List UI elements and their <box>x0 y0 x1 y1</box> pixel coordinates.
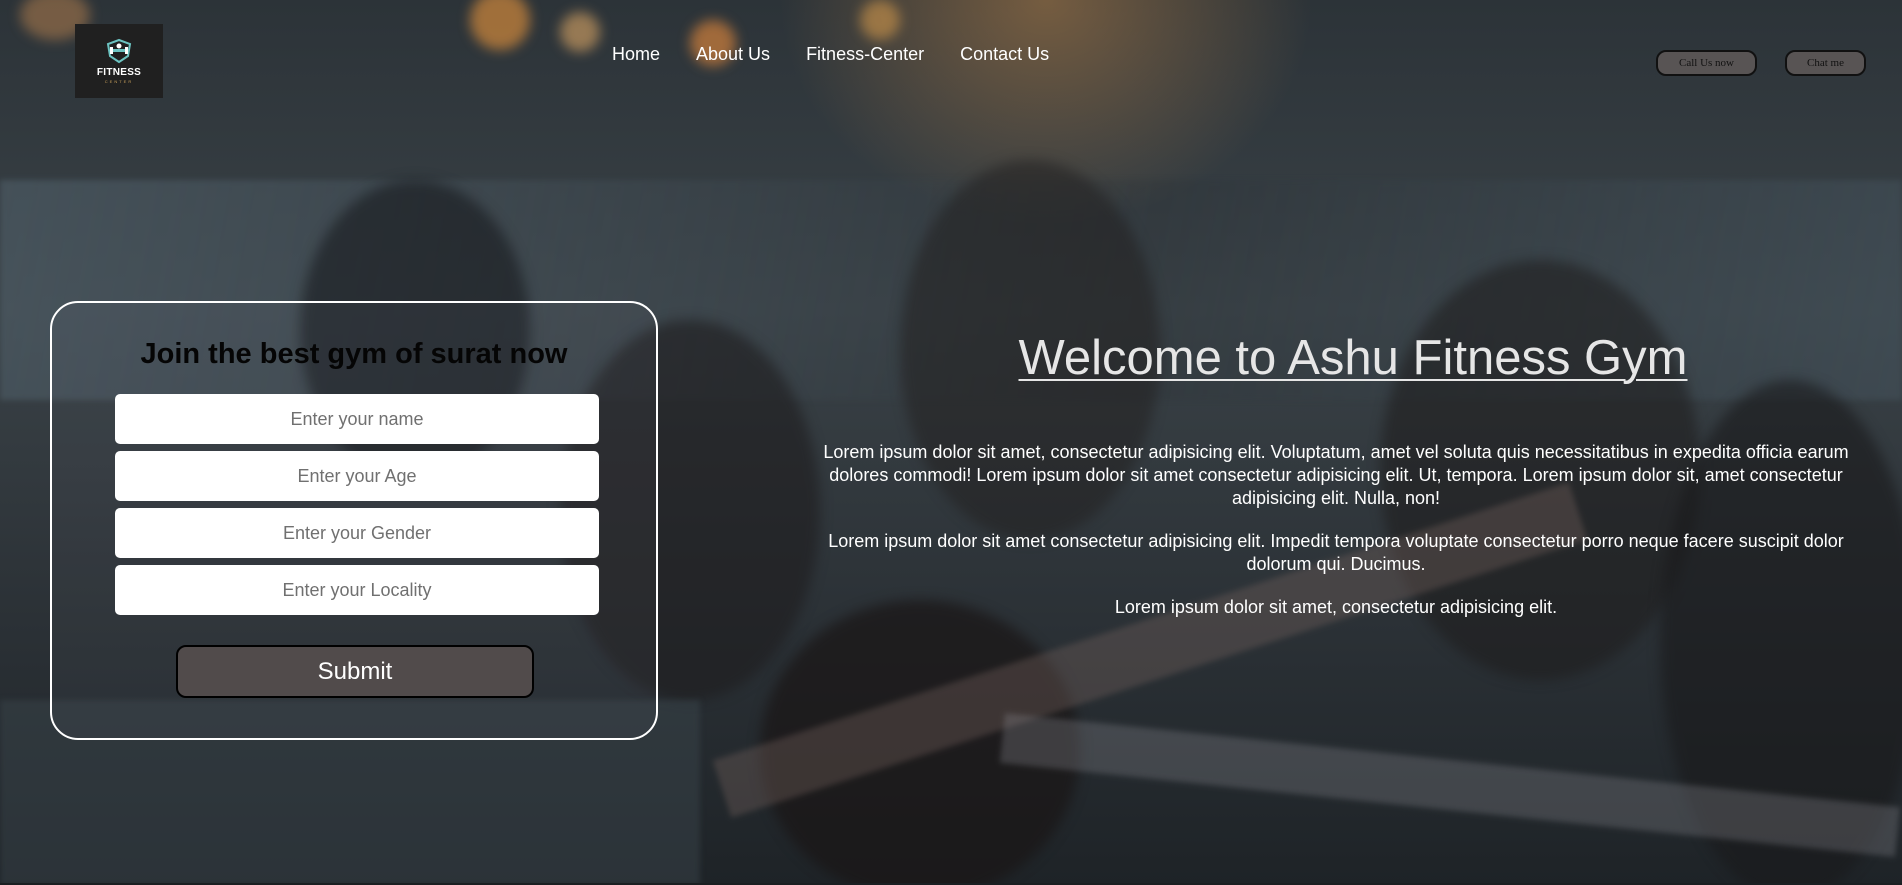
logo-title: FITNESS <box>96 67 142 78</box>
age-input[interactable] <box>115 451 599 501</box>
dumbbell-shield-icon <box>106 38 132 64</box>
hero-paragraph-1: Lorem ipsum dolor sit amet, consectetur … <box>823 442 1849 508</box>
hero-title: Welcome to Ashu Fitness Gym <box>1018 331 1688 385</box>
call-us-button[interactable]: Call Us now <box>1656 50 1757 76</box>
nav-home[interactable]: Home <box>612 44 660 65</box>
logo-subtitle: CENTER <box>104 79 134 84</box>
locality-input[interactable] <box>115 565 599 615</box>
join-form-card: Join the best gym of surat now Submit <box>50 301 658 740</box>
hero-paragraph-2: Lorem ipsum dolor sit amet consectetur a… <box>828 531 1844 574</box>
name-input[interactable] <box>115 394 599 444</box>
brand-logo[interactable]: FITNESS CENTER <box>75 24 163 98</box>
main-nav: Home About Us Fitness-Center Contact Us <box>612 44 1049 65</box>
nav-about-us[interactable]: About Us <box>696 44 770 65</box>
form-heading: Join the best gym of surat now <box>140 338 568 370</box>
chat-button[interactable]: Chat me <box>1785 50 1866 76</box>
hero-paragraph-3: Lorem ipsum dolor sit amet, consectetur … <box>1114 597 1558 617</box>
nav-fitness-center[interactable]: Fitness-Center <box>806 44 924 65</box>
nav-contact-us[interactable]: Contact Us <box>960 44 1049 65</box>
submit-button[interactable]: Submit <box>176 645 534 698</box>
gender-input[interactable] <box>115 508 599 558</box>
